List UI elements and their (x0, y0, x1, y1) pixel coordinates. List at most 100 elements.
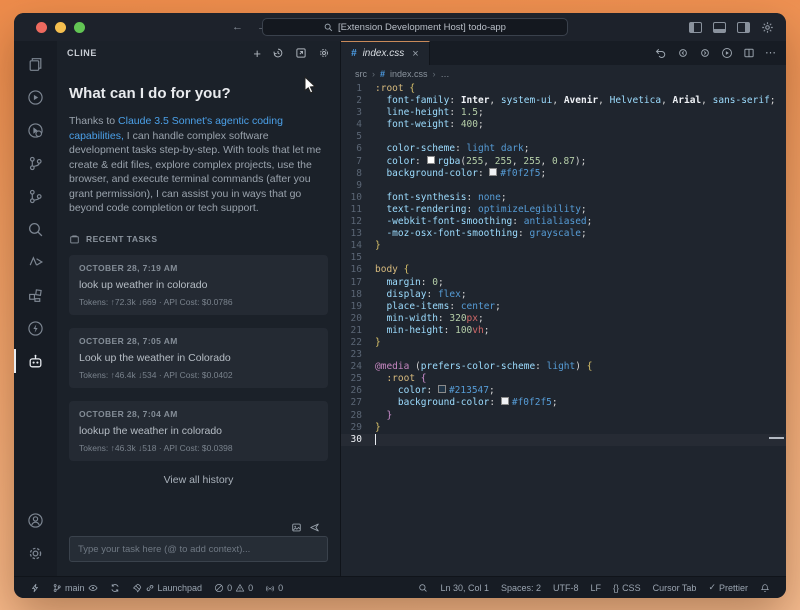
task-card[interactable]: OCTOBER 28, 7:05 AM Look up the weather … (69, 328, 328, 388)
code-line[interactable]: 22} (341, 337, 786, 349)
code-line[interactable]: 19 place-items: center; (341, 301, 786, 313)
color-swatch[interactable] (438, 385, 446, 393)
git-graph-icon[interactable] (14, 181, 57, 211)
discard-changes-icon[interactable] (655, 47, 667, 59)
run-debug-icon[interactable] (14, 82, 57, 112)
zoom-indicator[interactable] (412, 577, 434, 598)
code-line[interactable]: 18 display: flex; (341, 289, 786, 301)
line-number: 12 (341, 216, 375, 228)
code-line[interactable]: 20 min-width: 320px; (341, 313, 786, 325)
toggle-primary-sidebar-button[interactable] (689, 22, 702, 33)
minimize-window-button[interactable] (55, 22, 66, 33)
code-line[interactable]: 6 color-scheme: light dark; (341, 143, 786, 155)
close-window-button[interactable] (36, 22, 47, 33)
code-line[interactable]: 16body { (341, 264, 786, 276)
language-mode-status[interactable]: {}CSS (607, 577, 647, 598)
settings-gear-icon[interactable] (14, 538, 57, 568)
code-line[interactable]: 28 } (341, 410, 786, 422)
attach-image-icon[interactable] (291, 522, 302, 533)
code-token: px (467, 313, 478, 325)
code-line[interactable]: 7 color: rgba(255, 255, 255, 0.87); (341, 156, 786, 168)
debug-console-icon[interactable] (14, 247, 57, 277)
encoding-status[interactable]: UTF-8 (547, 577, 585, 598)
breadcrumb[interactable]: src › # index.css › … (341, 65, 786, 83)
task-card[interactable]: OCTOBER 28, 7:04 AM lookup the weather i… (69, 401, 328, 461)
code-token: : (426, 289, 437, 301)
indentation-status[interactable]: Spaces: 2 (495, 577, 547, 598)
cline-robot-icon[interactable] (14, 346, 57, 376)
code-token: Helvetica (610, 95, 661, 107)
code-line[interactable]: 4 font-weight: 400; (341, 119, 786, 131)
code-line[interactable]: 15 (341, 252, 786, 264)
source-control-icon[interactable] (14, 148, 57, 178)
code-line[interactable]: 21 min-height: 100vh; (341, 325, 786, 337)
code-line[interactable]: 1:root { (341, 83, 786, 95)
next-change-icon[interactable] (699, 47, 711, 59)
ports-status[interactable]: 0 (259, 577, 289, 598)
code-line[interactable]: 8 background-color: #f0f2f5; (341, 168, 786, 180)
code-line[interactable]: 11 text-rendering: optimizeLegibility; (341, 204, 786, 216)
color-swatch[interactable] (427, 156, 435, 164)
code-line[interactable]: 13 -moz-osx-font-smoothing: grayscale; (341, 228, 786, 240)
send-icon[interactable] (309, 522, 320, 533)
code-line[interactable]: 14} (341, 240, 786, 252)
cline-settings-gear-icon[interactable] (318, 47, 330, 59)
formatter-status[interactable]: ✓Prettier (702, 577, 754, 598)
maximize-window-button[interactable] (74, 22, 85, 33)
run-file-icon[interactable] (721, 47, 733, 59)
explorer-icon[interactable] (14, 49, 57, 79)
cursor-tab-status[interactable]: Cursor Tab (647, 577, 703, 598)
code-line[interactable]: 27 background-color: #f0f2f5; (341, 397, 786, 409)
breadcrumb-tail[interactable]: … (441, 69, 450, 79)
toggle-panel-button[interactable] (713, 22, 726, 33)
task-input[interactable] (69, 536, 328, 562)
code-line[interactable]: 9 (341, 180, 786, 192)
code-line[interactable]: 10 font-synthesis: none; (341, 192, 786, 204)
history-back-button[interactable]: ← (232, 22, 243, 33)
sync-changes-button[interactable] (104, 577, 126, 598)
close-tab-icon[interactable]: × (412, 48, 418, 60)
code-line[interactable]: 23 (341, 349, 786, 361)
test-explorer-icon[interactable] (14, 115, 57, 145)
toggle-secondary-sidebar-button[interactable] (737, 22, 750, 33)
history-icon[interactable] (272, 47, 284, 59)
code-line[interactable]: 3 line-height: 1.5; (341, 107, 786, 119)
search-icon[interactable] (14, 214, 57, 244)
more-actions-icon[interactable]: ⋯ (765, 48, 776, 59)
problems-status[interactable]: 0 0 (208, 577, 259, 598)
warning-icon (235, 583, 245, 593)
code-line[interactable]: 2 font-family: Inter, system-ui, Avenir,… (341, 95, 786, 107)
view-all-history-link[interactable]: View all history (69, 474, 328, 486)
accounts-icon[interactable] (14, 505, 57, 535)
open-in-editor-icon[interactable] (295, 47, 307, 59)
extensions-icon[interactable] (14, 280, 57, 310)
customize-layout-icon[interactable] (761, 21, 774, 34)
eol-status[interactable]: LF (585, 577, 608, 598)
breadcrumb-folder[interactable]: src (355, 69, 367, 79)
prev-change-icon[interactable] (677, 47, 689, 59)
new-task-button[interactable]: + (253, 47, 261, 60)
task-card[interactable]: OCTOBER 28, 7:19 AM look up weather in c… (69, 255, 328, 315)
code-line[interactable]: 29} (341, 422, 786, 434)
code-editor[interactable]: 1:root {2 font-family: Inter, system-ui,… (341, 83, 786, 576)
remote-indicator[interactable] (24, 577, 46, 598)
split-editor-icon[interactable] (743, 47, 755, 59)
tab-index-css[interactable]: # index.css × (341, 41, 430, 65)
code-line[interactable]: 26 color: #213547; (341, 385, 786, 397)
code-line[interactable]: 25 :root { (341, 373, 786, 385)
launchpad-status[interactable]: Launchpad (126, 577, 209, 598)
breadcrumb-file[interactable]: index.css (390, 69, 428, 79)
git-branch-status[interactable]: main (46, 577, 104, 598)
lightning-extension-icon[interactable] (14, 313, 57, 343)
color-swatch[interactable] (501, 397, 509, 405)
cursor-tab-label: Cursor Tab (653, 583, 697, 593)
code-line[interactable]: 24@media (prefers-color-scheme: light) { (341, 361, 786, 373)
code-line[interactable]: 5 (341, 131, 786, 143)
command-center-search[interactable]: [Extension Development Host] todo-app (262, 18, 568, 36)
code-line[interactable]: 30 (341, 434, 786, 446)
color-swatch[interactable] (489, 168, 497, 176)
code-line[interactable]: 12 -webkit-font-smoothing: antialiased; (341, 216, 786, 228)
cursor-position-status[interactable]: Ln 30, Col 1 (434, 577, 495, 598)
code-line[interactable]: 17 margin: 0; (341, 277, 786, 289)
notifications-bell-icon[interactable] (754, 577, 776, 598)
